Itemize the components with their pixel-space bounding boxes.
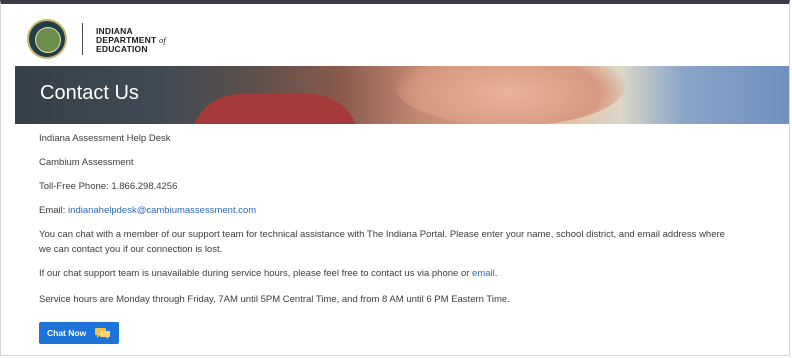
email-link[interactable]: indianahelpdesk@cambiumassessment.com xyxy=(68,205,256,216)
email-line: Email: indianahelpdesk@cambiumassessment… xyxy=(39,205,256,216)
unavailable-suffix: . xyxy=(494,268,498,279)
page-title: Contact Us xyxy=(40,82,139,104)
email-label: Email: xyxy=(39,205,69,216)
help-desk-name: Indiana Assessment Help Desk xyxy=(39,133,171,144)
banner-photo-shirt xyxy=(190,94,360,124)
org-line-3: EDUCATION xyxy=(96,44,148,54)
header-divider xyxy=(82,23,83,55)
chat-info-text: You can chat with a member of our suppor… xyxy=(39,229,725,255)
hero-banner: Contact Us xyxy=(15,66,789,124)
page-frame: INDIANA DEPARTMENT of EDUCATION Contact … xyxy=(0,0,790,356)
banner-photo-face xyxy=(395,66,625,124)
seal-emblem-icon xyxy=(35,27,61,53)
site-header: INDIANA DEPARTMENT of EDUCATION xyxy=(15,12,789,66)
org-line-2-suffix: of xyxy=(158,35,166,45)
unavailable-prefix: If our chat support team is unavailable … xyxy=(39,268,473,279)
chat-bubbles-icon xyxy=(95,328,110,339)
state-seal-logo[interactable] xyxy=(27,19,67,59)
service-hours-text: Service hours are Monday through Friday,… xyxy=(39,294,510,305)
unavailable-text: If our chat support team is unavailable … xyxy=(39,268,497,279)
chat-now-label: Chat Now xyxy=(47,328,87,338)
phone-line: Toll-Free Phone: 1.866.298.4256 xyxy=(39,181,178,192)
email-inline-link[interactable]: email xyxy=(472,268,495,279)
chat-now-button[interactable]: Chat Now xyxy=(39,322,119,344)
vendor-name: Cambium Assessment xyxy=(39,157,134,168)
doe-wordmark[interactable]: INDIANA DEPARTMENT of EDUCATION xyxy=(96,27,166,54)
